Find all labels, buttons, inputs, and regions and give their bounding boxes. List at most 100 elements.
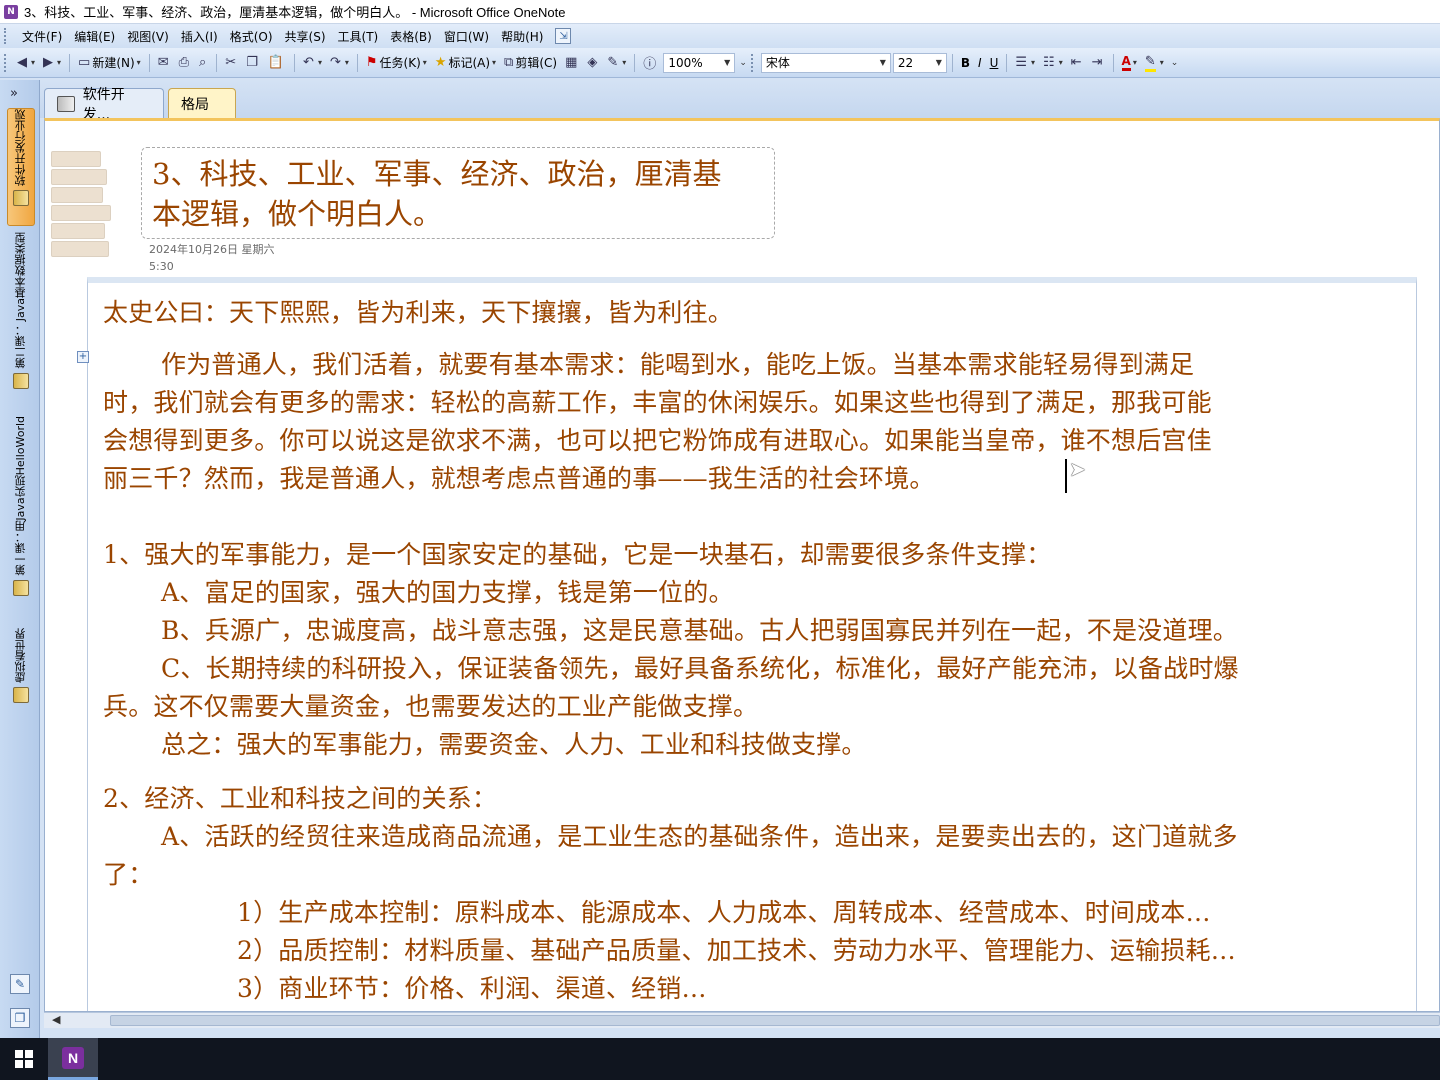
scissors-icon: ✂ [225,55,237,70]
notebook-icon [13,372,29,389]
notebooks-list-icon[interactable]: ❐ [10,1008,30,1028]
screen-clip-icon: ⧉ [504,55,514,70]
page-canvas[interactable]: 3、科技、工业、军事、经济、政治，厘清基 本逻辑，做个明白人。 2024年10月… [44,118,1440,1012]
menu-view[interactable]: 视图(V) [121,26,175,47]
back-arrow-icon: ◀ [17,55,27,70]
taskbar-onenote[interactable]: N [48,1038,98,1080]
table-icon: ▦ [565,55,578,70]
redo-icon: ↷ [329,55,341,70]
font-color-button[interactable]: A ▾ [1119,52,1140,74]
menu-edit[interactable]: 编辑(E) [68,26,121,47]
open-notebook-icon[interactable]: ✎ [10,974,30,994]
notebook-tab-software[interactable]: 软件开发行业观 [7,108,35,226]
notebook-label: 第一课：用Java实现HelloWorld [14,416,27,576]
new-button[interactable]: ▭ 新建(N) ▾ [75,52,144,74]
expand-navigator-icon[interactable]: » [10,86,18,101]
indent-icon: ⇥ [1091,55,1103,70]
menu-file[interactable]: 文件(F) [16,26,68,47]
page-title[interactable]: 3、科技、工业、军事、经济、政治，厘清基 本逻辑，做个明白人。 [141,147,775,239]
paragraph-line[interactable]: 1）生产成本控制：原料成本、能源成本、人力成本、周转成本、经营成本、时间成本… [237,893,1211,929]
tab-pattern[interactable]: 格局 [168,88,236,118]
forward-button[interactable]: ▶ ▾ [40,52,64,74]
paragraph-line[interactable]: 了： [103,855,153,891]
highlight-button[interactable]: ✎ ▾ [1142,52,1167,74]
chevron-down-icon: ▼ [879,58,886,67]
paragraph-line[interactable]: 总之：强大的军事能力，需要资金、人力、工业和科技做支撑。 [161,725,867,761]
research-button[interactable]: ◈ [584,52,602,74]
undo-button[interactable]: ↶ ▾ [300,52,325,74]
notebook-label: 虚拟看世界 [14,628,27,683]
back-button[interactable]: ◀ ▾ [14,52,38,74]
printer-icon: ⎙ [178,55,189,70]
increase-indent-button[interactable]: ⇥ [1089,52,1108,74]
tag-button[interactable]: ★ 标记(A) ▾ [432,52,499,74]
paragraph-line[interactable]: A、富足的国家，强大的国力支撑，钱是第一位的。 [161,573,734,609]
redo-button[interactable]: ↷ ▾ [327,52,352,74]
paragraph-line[interactable]: 丽三千？然而，我是普通人，就想考虑点普通的事——我生活的社会环境。 [103,459,935,495]
paragraph-line[interactable]: 作为普通人，我们活着，就要有基本需求：能喝到水，能吃上饭。当基本需求能轻易得到满… [161,345,1194,381]
toolbar-options-icon-2[interactable]: ⌄ [1171,58,1179,68]
paragraph-handle-icon[interactable]: + [77,351,89,363]
notebook-tab-helloworld[interactable]: 第一课：用Java实现HelloWorld [7,416,35,620]
numbering-button[interactable]: ☷ ▾ [1040,52,1066,74]
zoom-select[interactable]: 100% ▼ [663,52,736,73]
font-size-value: 22 [897,55,914,70]
menu-tools[interactable]: 工具(T) [332,26,385,47]
paragraph-line[interactable]: 2、经济、工业和科技之间的关系： [103,779,497,815]
decrease-indent-button[interactable]: ⇤ [1068,52,1087,74]
font-name-value: 宋体 [765,56,790,70]
notebook-icon [13,190,29,206]
notebook-tab-java-types[interactable]: 第二课： Java基本数据类型 [7,232,35,408]
underline-button[interactable]: U [987,52,1002,74]
paragraph-line[interactable]: A、活跃的经贸往来造成商品流通，是工业生态的基础条件，造出来，是要卖出去的，这门… [161,817,1238,853]
menu-help[interactable]: 帮助(H) [495,26,549,47]
notebook-tab-world[interactable]: 虚拟看世界 [7,628,35,718]
bullets-button[interactable]: ☰ ▾ [1012,52,1038,74]
pen-button[interactable]: ✎ ▾ [604,52,629,74]
help-button[interactable]: ⓘ [640,52,661,74]
font-name-select[interactable]: 宋体 ▼ [760,52,891,73]
paragraph-line[interactable]: 时，我们就会有更多的需求：轻松的高薪工作，丰富的休闲娱乐。如果这些也得到了满足，… [103,383,1212,419]
horizontal-scrollbar[interactable]: ◀ [44,1012,1440,1028]
menu-format[interactable]: 格式(O) [224,26,279,47]
undo-icon: ↶ [303,55,314,70]
insert-table-button[interactable]: ▦ [562,52,582,74]
email-button[interactable]: ✉ [155,52,174,74]
italic-button[interactable]: I [975,52,985,74]
outdent-icon: ⇤ [1070,55,1082,70]
pen-icon: ✎ [607,55,619,70]
cut-button[interactable]: ✂ [222,52,241,74]
scroll-left-icon[interactable]: ◀ [52,1013,60,1026]
paragraph-line[interactable]: 3）商业环节：价格、利润、渠道、经销… [237,969,707,1005]
paragraph-line[interactable]: 兵。这不仅需要大量资金，也需要发达的工业产能做支撑。 [103,687,758,723]
print-preview-button[interactable]: ⌕ [196,52,211,74]
paragraph-line[interactable]: 会想得到更多。你可以说这是欲求不满，也可以把它粉饰成有进取心。如果能当皇帝，谁不… [103,421,1212,457]
paragraph-line[interactable]: 太史公曰：天下熙熙，皆为利来，天下攘攘，皆为利往。 [103,293,733,329]
full-page-view-icon[interactable]: ⇲ [555,28,572,44]
paste-icon: 📋 [267,55,285,70]
menu-table[interactable]: 表格(B) [384,26,438,47]
paragraph-line[interactable]: 1、强大的军事能力，是一个国家安定的基础，它是一块基石，却需要很多条件支撑： [103,535,1052,571]
task-button[interactable]: ⚑ 任务(K) ▾ [363,52,430,74]
font-size-select[interactable]: 22 ▼ [892,52,947,73]
page-title-line2: 本逻辑，做个明白人。 [152,197,443,231]
tab-software-dev[interactable]: 软件开发... [44,87,164,123]
bold-button[interactable]: B [958,52,973,74]
paragraph-line[interactable]: B、兵源广，忠诚度高，战斗意志强，这是民意基础。古人把弱国寡民并列在一起，不是没… [161,611,1238,647]
start-button[interactable] [0,1038,48,1080]
menu-window[interactable]: 窗口(W) [438,26,495,47]
copy-button[interactable]: ❐ [243,52,263,74]
paragraph-line[interactable]: 2）品质控制：材料质量、基础产品质量、加工技术、劳动力水平、管理能力、运输损耗… [237,931,1236,967]
paste-button[interactable]: 📋 [265,52,289,74]
mouse-pointer-icon: ➤ [1069,457,1086,481]
menu-share[interactable]: 共享(S) [279,26,332,47]
scrollbar-thumb[interactable] [110,1015,1440,1026]
section-tabs: 软件开发... 格局 [40,80,1440,123]
clip-button[interactable]: ⧉ 剪辑(C) [501,52,560,74]
highlighter-icon: ✎ [1144,54,1156,72]
paragraph-line[interactable]: C、长期持续的科研投入，保证装备领先，最好具备系统化，标准化，最好产能充沛，以备… [161,649,1239,685]
menu-insert[interactable]: 插入(I) [175,26,224,47]
background-books-image [51,151,113,271]
print-button[interactable]: ⎙ [176,52,194,74]
toolbar-options-icon[interactable]: ⌄ [739,58,747,68]
